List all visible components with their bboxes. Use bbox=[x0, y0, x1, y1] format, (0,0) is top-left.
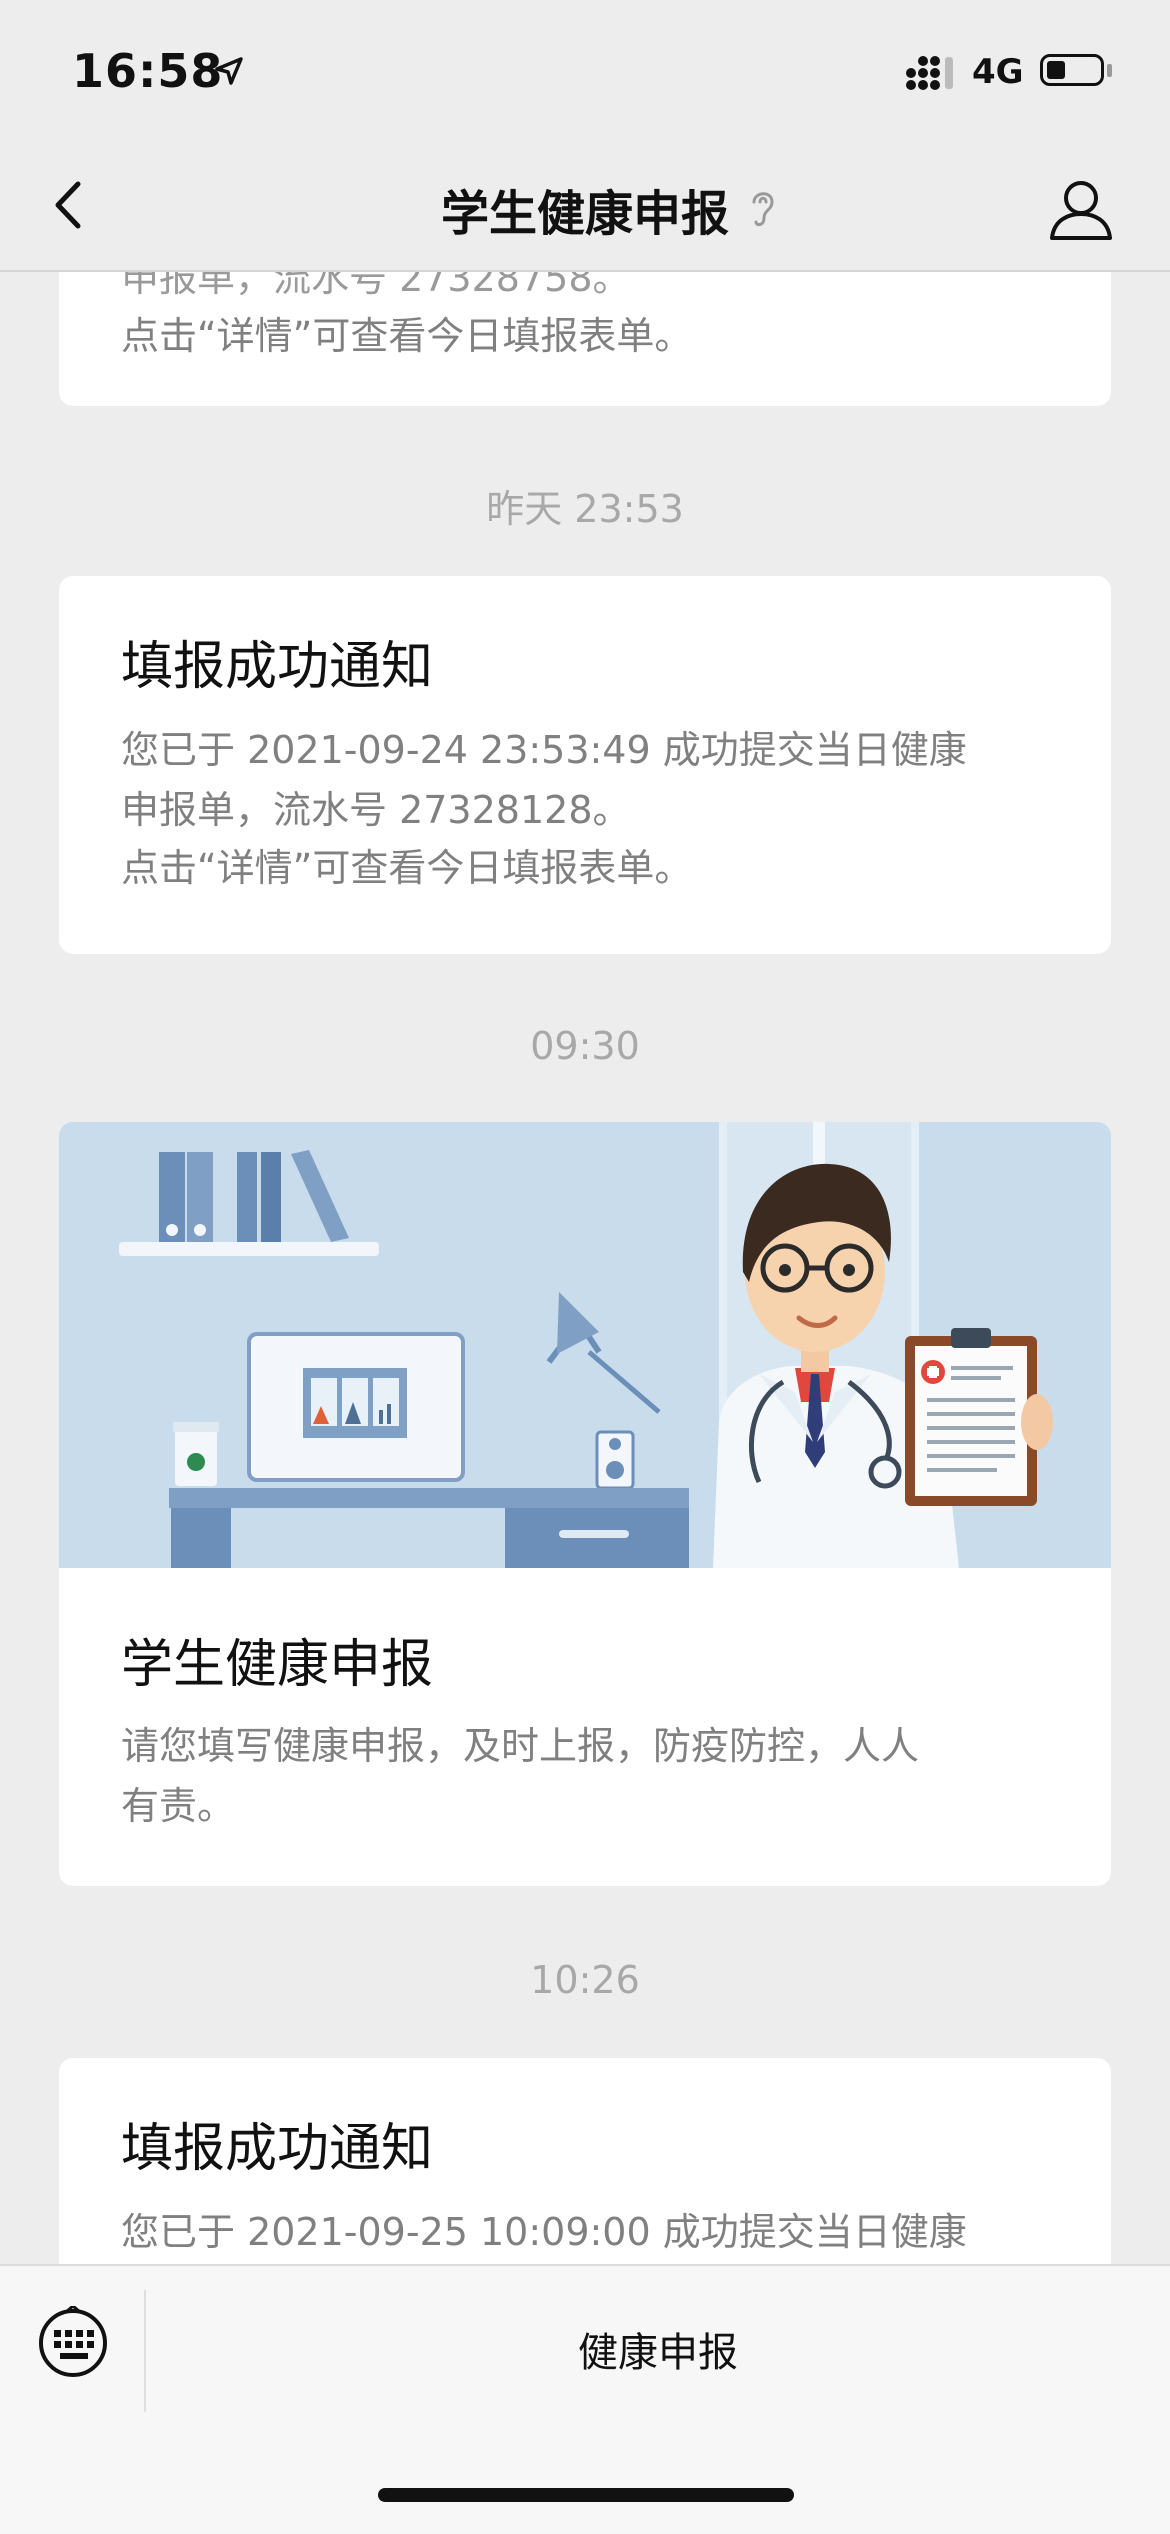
article-summary-line: 请您填写健康申报，及时上报，防疫防控，人人 bbox=[121, 1724, 920, 1768]
card-text-line: 申报单，流水号 27328128。 bbox=[121, 788, 631, 832]
timestamp: 09:30 bbox=[530, 1024, 640, 1068]
ear-icon bbox=[752, 192, 774, 227]
battery-icon bbox=[1040, 54, 1104, 86]
bottom-menu-bar: 健康申报 bbox=[0, 2264, 1170, 2534]
notification-card-partial[interactable]: 申报单，流水号 27328758。 点击“详情”可查看今日填报表单。 bbox=[59, 270, 1111, 406]
home-indicator[interactable] bbox=[378, 2488, 794, 2502]
notification-card[interactable]: 填报成功通知 您已于 2021-09-24 23:53:49 成功提交当日健康 … bbox=[59, 576, 1111, 954]
notification-card[interactable]: 填报成功通知 您已于 2021-09-25 10:09:00 成功提交当日健康 bbox=[59, 2058, 1111, 2264]
card-title: 填报成功通知 bbox=[121, 637, 434, 697]
card-text-line: 您已于 2021-09-25 10:09:00 成功提交当日健康 bbox=[121, 2210, 967, 2254]
keyboard-icon[interactable] bbox=[36, 2306, 110, 2380]
battery-tip bbox=[1107, 64, 1112, 77]
card-detail-hint: 点击“详情”可查看今日填报表单。 bbox=[121, 846, 693, 890]
card-text-line: 您已于 2021-09-24 23:53:49 成功提交当日健康 bbox=[121, 728, 967, 772]
menu-item-health-report[interactable]: 健康申报 bbox=[146, 2320, 1170, 2378]
doctor-illustration bbox=[59, 1122, 1111, 1568]
status-time: 16:58 bbox=[72, 44, 224, 98]
profile-icon[interactable] bbox=[1046, 176, 1116, 242]
status-bar: 16:58 4G bbox=[0, 0, 1170, 140]
message-feed: 申报单，流水号 27328758。 点击“详情”可查看今日填报表单。 昨天 23… bbox=[0, 270, 1170, 2264]
timestamp: 昨天 23:53 bbox=[486, 487, 684, 531]
page-title: 学生健康申报 bbox=[440, 186, 729, 242]
network-type: 4G bbox=[972, 52, 1024, 92]
nav-bar: 学生健康申报 bbox=[0, 140, 1170, 272]
card-partial-text: 申报单，流水号 27328758。 bbox=[121, 270, 631, 300]
location-arrow-icon bbox=[215, 57, 243, 85]
card-title: 填报成功通知 bbox=[121, 2119, 434, 2179]
card-detail-hint: 点击“详情”可查看今日填报表单。 bbox=[121, 314, 693, 358]
article-card[interactable]: 学生健康申报 请您填写健康申报，及时上报，防疫防控，人人 有责。 bbox=[59, 1122, 1111, 1886]
signal-icon bbox=[906, 56, 953, 90]
article-summary-line: 有责。 bbox=[121, 1784, 236, 1828]
article-title: 学生健康申报 bbox=[121, 1635, 434, 1695]
timestamp: 10:26 bbox=[530, 1958, 640, 2002]
